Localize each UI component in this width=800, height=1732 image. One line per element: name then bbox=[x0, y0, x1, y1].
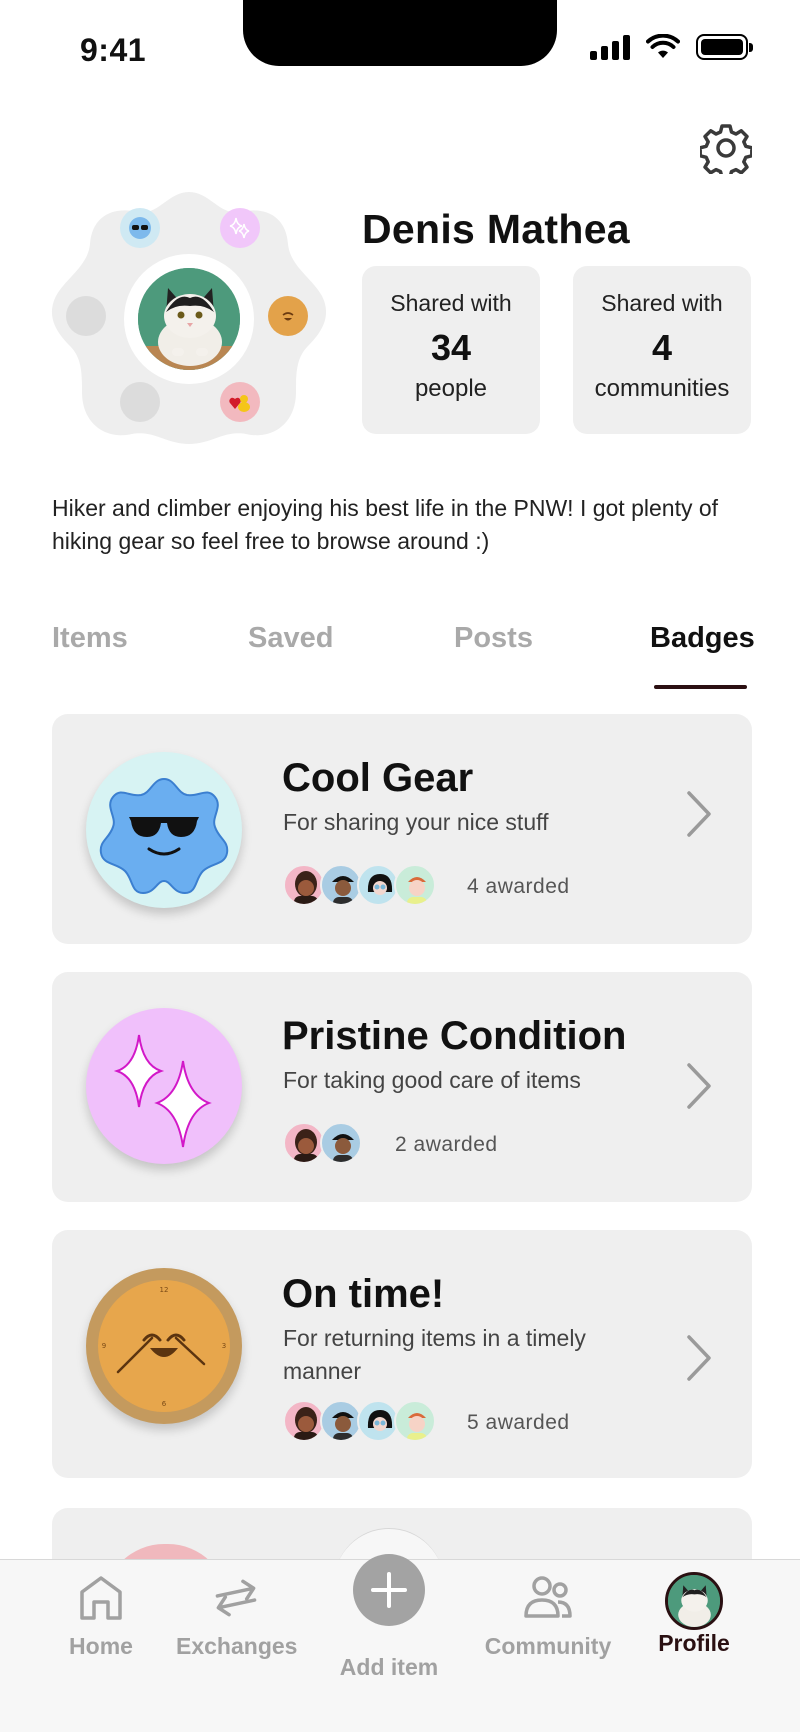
awarded-count: 5 awarded bbox=[467, 1411, 570, 1434]
ring-badge-empty-bottom bbox=[120, 382, 160, 422]
nav-label: Community bbox=[484, 1633, 612, 1659]
badge-title: Pristine Condition bbox=[282, 1014, 627, 1058]
clock-mini-icon bbox=[282, 312, 294, 321]
people-icon bbox=[524, 1576, 572, 1618]
device-notch bbox=[243, 0, 557, 66]
status-time: 9:41 bbox=[80, 32, 147, 68]
sparkles-mini-icon bbox=[229, 217, 250, 239]
awarded-avatars[interactable] bbox=[283, 1400, 436, 1442]
nav-label: Home bbox=[69, 1633, 133, 1659]
nav-profile[interactable]: Profile bbox=[656, 1572, 732, 1657]
active-tab-indicator bbox=[654, 685, 747, 689]
badge-description: For sharing your nice stuff bbox=[283, 809, 549, 835]
stat-unit: communities bbox=[594, 375, 730, 402]
add-item-button[interactable] bbox=[353, 1554, 425, 1626]
plus-icon bbox=[371, 1572, 407, 1608]
stat-value: 34 bbox=[430, 327, 472, 368]
badge-description: For taking good care of items bbox=[283, 1067, 581, 1093]
profile-avatar[interactable] bbox=[138, 268, 240, 370]
awarded-count: 4 awarded bbox=[467, 875, 570, 898]
exchange-arrows-icon bbox=[215, 1579, 257, 1617]
nav-home[interactable]: Home bbox=[62, 1572, 140, 1660]
badge-description: For returning items in a timely manner bbox=[283, 1325, 586, 1384]
profile-avatar-icon bbox=[665, 1572, 723, 1630]
avatar bbox=[357, 1400, 399, 1442]
home-icon bbox=[80, 1576, 122, 1620]
svg-text:9: 9 bbox=[102, 1342, 106, 1350]
avatar bbox=[320, 1122, 362, 1164]
chevron-right-icon[interactable] bbox=[686, 1334, 712, 1382]
nav-community[interactable]: Community bbox=[480, 1572, 616, 1660]
chevron-right-icon[interactable] bbox=[686, 790, 712, 838]
sparkles-badge-icon bbox=[86, 1008, 242, 1164]
svg-text:6: 6 bbox=[162, 1400, 167, 1408]
profile-badge-ring bbox=[50, 186, 328, 448]
badge-card-pristine-condition[interactable]: Pristine Condition For taking good care … bbox=[52, 972, 752, 1202]
ring-badge-empty-left bbox=[66, 296, 106, 336]
tab-posts[interactable]: Posts bbox=[454, 622, 533, 655]
avatar bbox=[283, 1400, 325, 1442]
status-bar: 9:41 bbox=[0, 0, 800, 100]
stat-label: Shared with bbox=[601, 290, 723, 316]
stat-label: Shared with bbox=[390, 290, 512, 316]
tab-items[interactable]: Items bbox=[52, 622, 128, 655]
clock-badge-icon: 12 3 6 9 bbox=[86, 1268, 242, 1424]
cool-gear-mini-icon bbox=[129, 217, 151, 239]
badge-card-on-time[interactable]: 12 3 6 9 On time! For returning items in… bbox=[52, 1230, 752, 1478]
ring-badge-on-time[interactable] bbox=[268, 296, 308, 336]
svg-text:12: 12 bbox=[160, 1286, 169, 1294]
awarded-count: 2 awarded bbox=[395, 1133, 498, 1156]
profile-avatar-frame[interactable] bbox=[124, 254, 254, 384]
wifi-icon bbox=[646, 34, 680, 58]
battery-icon bbox=[696, 34, 753, 60]
cool-gear-badge-icon bbox=[86, 752, 242, 908]
nav-add-item[interactable]: Add item bbox=[334, 1654, 444, 1681]
badge-title: On time! bbox=[282, 1272, 445, 1316]
avatar bbox=[394, 1400, 436, 1442]
stat-value: 4 bbox=[651, 327, 673, 368]
status-icons bbox=[590, 34, 753, 60]
avatar bbox=[283, 1122, 325, 1164]
cat-photo-image bbox=[138, 268, 240, 370]
avatar bbox=[283, 864, 325, 906]
tab-saved[interactable]: Saved bbox=[248, 622, 333, 655]
profile-tabs: Items Saved Posts Badges bbox=[52, 622, 755, 692]
ring-badge-cool-gear[interactable] bbox=[120, 208, 160, 248]
ring-badge-heart[interactable] bbox=[220, 382, 260, 422]
tab-badges[interactable]: Badges bbox=[650, 622, 755, 655]
heart-duck-mini-icon bbox=[229, 395, 250, 412]
nav-label: Profile bbox=[658, 1630, 730, 1656]
settings-gear-icon[interactable] bbox=[700, 122, 752, 174]
profile-bio: Hiker and climber enjoying his best life… bbox=[52, 495, 719, 554]
badge-title: Cool Gear bbox=[282, 756, 474, 800]
nav-label: Exchanges bbox=[176, 1633, 298, 1659]
nav-label: Add item bbox=[339, 1654, 439, 1680]
stat-unit: people bbox=[414, 375, 488, 402]
svg-text:3: 3 bbox=[222, 1342, 226, 1350]
stat-card-people[interactable]: Shared with 34 people bbox=[362, 266, 540, 434]
cellular-signal-icon bbox=[590, 34, 630, 60]
profile-name: Denis Mathea bbox=[362, 206, 630, 252]
awarded-avatars[interactable] bbox=[283, 1122, 362, 1164]
nav-exchanges[interactable]: Exchanges bbox=[176, 1572, 298, 1660]
ring-badge-sparkles[interactable] bbox=[220, 208, 260, 248]
stat-card-communities[interactable]: Shared with 4 communities bbox=[573, 266, 751, 434]
avatar bbox=[320, 1400, 362, 1442]
avatar bbox=[357, 864, 399, 906]
chevron-right-icon[interactable] bbox=[686, 1062, 712, 1110]
avatar bbox=[394, 864, 436, 906]
badge-card-cool-gear[interactable]: Cool Gear For sharing your nice stuff 4 … bbox=[52, 714, 752, 944]
awarded-avatars[interactable] bbox=[283, 864, 436, 906]
avatar bbox=[320, 864, 362, 906]
